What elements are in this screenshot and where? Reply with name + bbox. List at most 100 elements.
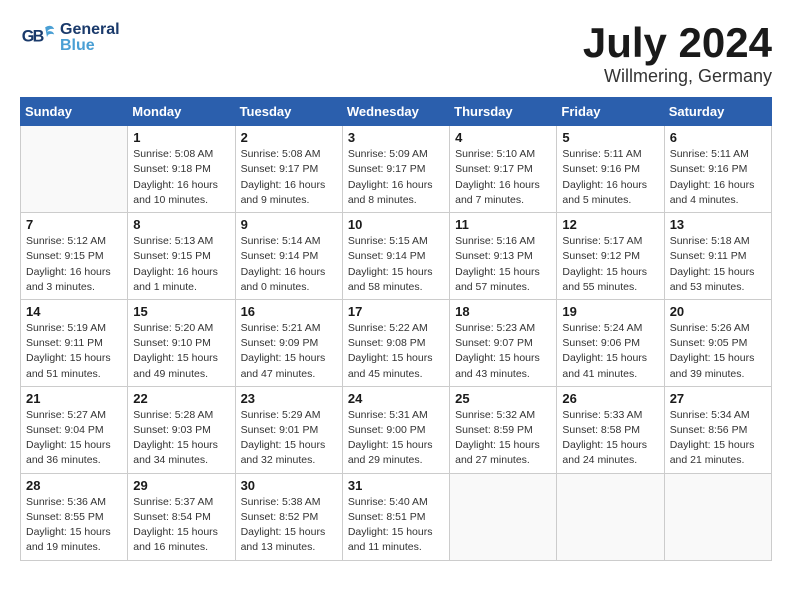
calendar-week-2: 7 Sunrise: 5:12 AMSunset: 9:15 PMDaylight… bbox=[21, 213, 772, 300]
weekday-header-sunday: Sunday bbox=[21, 98, 128, 126]
day-number: 17 bbox=[348, 304, 444, 319]
weekday-header-monday: Monday bbox=[128, 98, 235, 126]
day-number: 13 bbox=[670, 217, 766, 232]
day-number: 20 bbox=[670, 304, 766, 319]
day-info: Sunrise: 5:33 AMSunset: 8:58 PMDaylight:… bbox=[562, 408, 658, 469]
day-info: Sunrise: 5:27 AMSunset: 9:04 PMDaylight:… bbox=[26, 408, 122, 469]
day-info: Sunrise: 5:11 AMSunset: 9:16 PMDaylight:… bbox=[670, 147, 766, 208]
day-info: Sunrise: 5:40 AMSunset: 8:51 PMDaylight:… bbox=[348, 495, 444, 556]
day-info: Sunrise: 5:18 AMSunset: 9:11 PMDaylight:… bbox=[670, 234, 766, 295]
calendar-cell bbox=[557, 473, 664, 560]
weekday-header-tuesday: Tuesday bbox=[235, 98, 342, 126]
weekday-header-wednesday: Wednesday bbox=[342, 98, 449, 126]
calendar-week-4: 21 Sunrise: 5:27 AMSunset: 9:04 PMDayligh… bbox=[21, 386, 772, 473]
logo-blue-text: Blue bbox=[60, 38, 120, 54]
calendar-cell: 15 Sunrise: 5:20 AMSunset: 9:10 PMDayligh… bbox=[128, 299, 235, 386]
day-number: 31 bbox=[348, 478, 444, 493]
day-info: Sunrise: 5:19 AMSunset: 9:11 PMDaylight:… bbox=[26, 321, 122, 382]
day-number: 9 bbox=[241, 217, 337, 232]
calendar-cell: 11Sunrise: 5:16 AMSunset: 9:13 PMDayligh… bbox=[450, 213, 557, 300]
weekday-header-friday: Friday bbox=[557, 98, 664, 126]
day-info: Sunrise: 5:13 AMSunset: 9:15 PMDaylight:… bbox=[133, 234, 229, 295]
calendar-cell: 24 Sunrise: 5:31 AMSunset: 9:00 PMDayligh… bbox=[342, 386, 449, 473]
day-info: Sunrise: 5:29 AMSunset: 9:01 PMDaylight:… bbox=[241, 408, 337, 469]
weekday-header-row: SundayMondayTuesdayWednesdayThursdayFrid… bbox=[21, 98, 772, 126]
calendar-table: SundayMondayTuesdayWednesdayThursdayFrid… bbox=[20, 97, 772, 560]
day-info: Sunrise: 5:37 AMSunset: 8:54 PMDaylight:… bbox=[133, 495, 229, 556]
calendar-cell: 13 Sunrise: 5:18 AMSunset: 9:11 PMDayligh… bbox=[664, 213, 771, 300]
calendar-cell: 21 Sunrise: 5:27 AMSunset: 9:04 PMDayligh… bbox=[21, 386, 128, 473]
weekday-header-saturday: Saturday bbox=[664, 98, 771, 126]
day-number: 10 bbox=[348, 217, 444, 232]
day-number: 19 bbox=[562, 304, 658, 319]
logo-icon: G B bbox=[20, 20, 56, 56]
day-info: Sunrise: 5:14 AMSunset: 9:14 PMDaylight:… bbox=[241, 234, 337, 295]
day-info: Sunrise: 5:17 AMSunset: 9:12 PMDaylight:… bbox=[562, 234, 658, 295]
day-number: 21 bbox=[26, 391, 122, 406]
calendar-cell: 5 Sunrise: 5:11 AMSunset: 9:16 PMDaylight… bbox=[557, 126, 664, 213]
day-info: Sunrise: 5:26 AMSunset: 9:05 PMDaylight:… bbox=[670, 321, 766, 382]
logo-text: General Blue bbox=[60, 22, 120, 54]
calendar-cell: 26 Sunrise: 5:33 AMSunset: 8:58 PMDayligh… bbox=[557, 386, 664, 473]
svg-text:B: B bbox=[33, 28, 45, 46]
day-info: Sunrise: 5:38 AMSunset: 8:52 PMDaylight:… bbox=[241, 495, 337, 556]
calendar-week-5: 28Sunrise: 5:36 AMSunset: 8:55 PMDayligh… bbox=[21, 473, 772, 560]
calendar-cell: 3 Sunrise: 5:09 AMSunset: 9:17 PMDaylight… bbox=[342, 126, 449, 213]
day-info: Sunrise: 5:22 AMSunset: 9:08 PMDaylight:… bbox=[348, 321, 444, 382]
day-number: 8 bbox=[133, 217, 229, 232]
day-number: 15 bbox=[133, 304, 229, 319]
calendar-cell: 7 Sunrise: 5:12 AMSunset: 9:15 PMDaylight… bbox=[21, 213, 128, 300]
calendar-cell: 12 Sunrise: 5:17 AMSunset: 9:12 PMDayligh… bbox=[557, 213, 664, 300]
day-info: Sunrise: 5:21 AMSunset: 9:09 PMDaylight:… bbox=[241, 321, 337, 382]
day-info: Sunrise: 5:11 AMSunset: 9:16 PMDaylight:… bbox=[562, 147, 658, 208]
calendar-cell: 19Sunrise: 5:24 AMSunset: 9:06 PMDayligh… bbox=[557, 299, 664, 386]
day-number: 18 bbox=[455, 304, 551, 319]
logo-general-text: General bbox=[60, 22, 120, 38]
day-info: Sunrise: 5:20 AMSunset: 9:10 PMDaylight:… bbox=[133, 321, 229, 382]
day-info: Sunrise: 5:23 AMSunset: 9:07 PMDaylight:… bbox=[455, 321, 551, 382]
calendar-week-1: 1 Sunrise: 5:08 AMSunset: 9:18 PMDaylight… bbox=[21, 126, 772, 213]
day-number: 23 bbox=[241, 391, 337, 406]
calendar-cell: 31 Sunrise: 5:40 AMSunset: 8:51 PMDayligh… bbox=[342, 473, 449, 560]
day-number: 6 bbox=[670, 130, 766, 145]
day-number: 7 bbox=[26, 217, 122, 232]
day-info: Sunrise: 5:09 AMSunset: 9:17 PMDaylight:… bbox=[348, 147, 444, 208]
day-info: Sunrise: 5:10 AMSunset: 9:17 PMDaylight:… bbox=[455, 147, 551, 208]
day-info: Sunrise: 5:31 AMSunset: 9:00 PMDaylight:… bbox=[348, 408, 444, 469]
day-number: 30 bbox=[241, 478, 337, 493]
day-info: Sunrise: 5:08 AMSunset: 9:17 PMDaylight:… bbox=[241, 147, 337, 208]
calendar-cell: 30 Sunrise: 5:38 AMSunset: 8:52 PMDayligh… bbox=[235, 473, 342, 560]
day-number: 22 bbox=[133, 391, 229, 406]
day-number: 26 bbox=[562, 391, 658, 406]
calendar-cell: 18 Sunrise: 5:23 AMSunset: 9:07 PMDayligh… bbox=[450, 299, 557, 386]
calendar-cell: 23 Sunrise: 5:29 AMSunset: 9:01 PMDayligh… bbox=[235, 386, 342, 473]
day-number: 25 bbox=[455, 391, 551, 406]
day-number: 3 bbox=[348, 130, 444, 145]
day-number: 4 bbox=[455, 130, 551, 145]
calendar-cell: 29 Sunrise: 5:37 AMSunset: 8:54 PMDayligh… bbox=[128, 473, 235, 560]
calendar-cell: 28Sunrise: 5:36 AMSunset: 8:55 PMDayligh… bbox=[21, 473, 128, 560]
day-info: Sunrise: 5:32 AMSunset: 8:59 PMDaylight:… bbox=[455, 408, 551, 469]
day-info: Sunrise: 5:34 AMSunset: 8:56 PMDaylight:… bbox=[670, 408, 766, 469]
calendar-cell: 9 Sunrise: 5:14 AMSunset: 9:14 PMDaylight… bbox=[235, 213, 342, 300]
day-number: 24 bbox=[348, 391, 444, 406]
calendar-cell: 27Sunrise: 5:34 AMSunset: 8:56 PMDayligh… bbox=[664, 386, 771, 473]
day-info: Sunrise: 5:12 AMSunset: 9:15 PMDaylight:… bbox=[26, 234, 122, 295]
weekday-header-thursday: Thursday bbox=[450, 98, 557, 126]
day-number: 1 bbox=[133, 130, 229, 145]
month-title: July 2024 bbox=[583, 20, 772, 66]
day-number: 14 bbox=[26, 304, 122, 319]
day-number: 29 bbox=[133, 478, 229, 493]
location-text: Willmering, Germany bbox=[583, 66, 772, 87]
logo: G B General Blue bbox=[20, 20, 120, 56]
day-info: Sunrise: 5:15 AMSunset: 9:14 PMDaylight:… bbox=[348, 234, 444, 295]
calendar-cell: 10 Sunrise: 5:15 AMSunset: 9:14 PMDayligh… bbox=[342, 213, 449, 300]
calendar-week-3: 14 Sunrise: 5:19 AMSunset: 9:11 PMDayligh… bbox=[21, 299, 772, 386]
day-info: Sunrise: 5:16 AMSunset: 9:13 PMDaylight:… bbox=[455, 234, 551, 295]
calendar-cell: 16Sunrise: 5:21 AMSunset: 9:09 PMDayligh… bbox=[235, 299, 342, 386]
day-number: 5 bbox=[562, 130, 658, 145]
day-number: 12 bbox=[562, 217, 658, 232]
day-number: 28 bbox=[26, 478, 122, 493]
day-info: Sunrise: 5:08 AMSunset: 9:18 PMDaylight:… bbox=[133, 147, 229, 208]
calendar-cell bbox=[450, 473, 557, 560]
